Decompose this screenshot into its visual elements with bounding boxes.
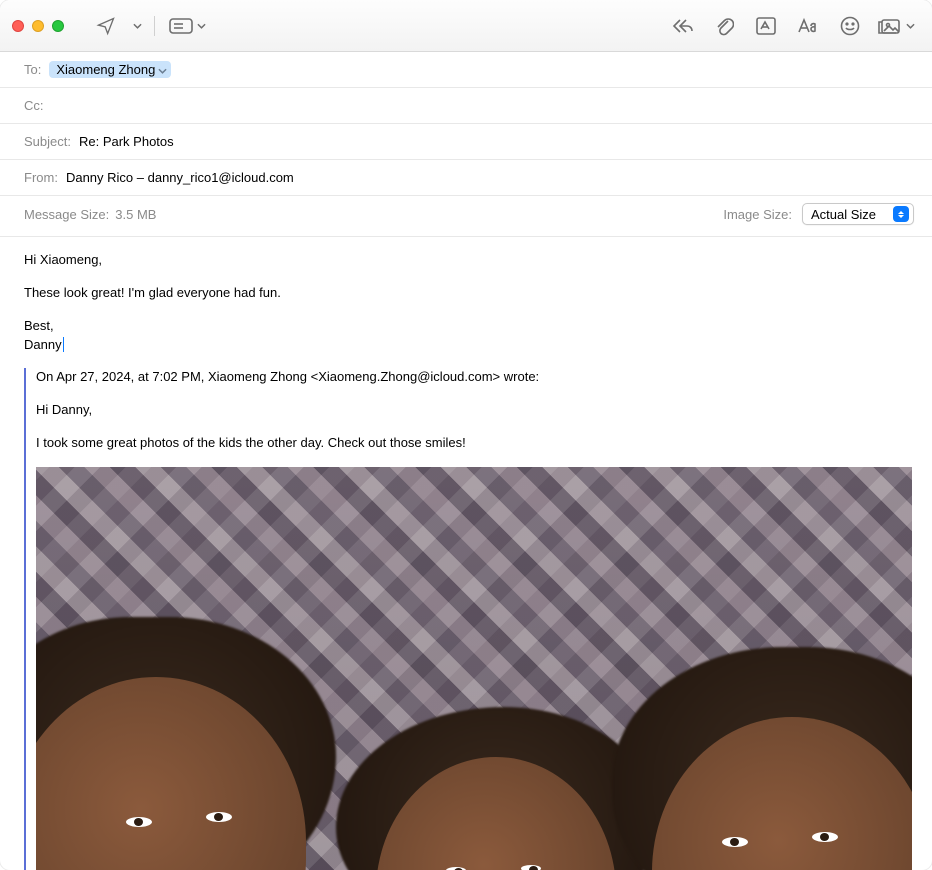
emoji-button[interactable] xyxy=(830,12,870,40)
from-value: Danny Rico – danny_rico1@icloud.com xyxy=(66,170,912,185)
message-size-label: Message Size: xyxy=(24,207,109,222)
recipient-name: Xiaomeng Zhong xyxy=(56,62,155,77)
body-signature: Danny xyxy=(24,336,912,355)
markup-button[interactable] xyxy=(746,12,786,40)
chevron-down-icon xyxy=(133,23,142,29)
body-line: These look great! I'm glad everyone had … xyxy=(24,284,912,303)
send-icon xyxy=(95,16,117,36)
compose-window: To: Xiaomeng Zhong Cc: Subject: Re: Park… xyxy=(0,0,932,870)
subject-field[interactable]: Re: Park Photos xyxy=(79,134,912,149)
header-options-icon xyxy=(169,18,193,34)
body-greeting: Hi Xiaomeng, xyxy=(24,251,912,270)
cc-row[interactable]: Cc: xyxy=(0,88,932,124)
send-button[interactable] xyxy=(86,12,126,40)
message-body[interactable]: Hi Xiaomeng, These look great! I'm glad … xyxy=(0,237,932,870)
reply-all-icon xyxy=(670,17,694,35)
format-button[interactable] xyxy=(788,12,828,40)
markup-icon xyxy=(755,16,777,36)
photo-browser-icon xyxy=(878,17,902,35)
chevron-down-icon xyxy=(906,23,915,29)
paperclip-icon xyxy=(714,15,734,37)
format-text-icon xyxy=(796,17,820,35)
message-size-value: 3.5 MB xyxy=(115,207,156,222)
close-window-button[interactable] xyxy=(12,20,24,32)
header-fields-button[interactable] xyxy=(163,12,211,40)
quote-line: I took some great photos of the kids the… xyxy=(36,434,912,453)
quoted-message: On Apr 27, 2024, at 7:02 PM, Xiaomeng Zh… xyxy=(24,368,912,870)
chevron-down-icon xyxy=(197,23,206,29)
titlebar xyxy=(0,0,932,52)
image-size-select[interactable]: Actual Size xyxy=(802,203,914,225)
emoji-icon xyxy=(840,16,860,36)
toolbar-divider xyxy=(154,16,155,36)
image-size-label: Image Size: xyxy=(723,207,792,222)
text-cursor xyxy=(63,337,64,352)
meta-row: Message Size: 3.5 MB Image Size: Actual … xyxy=(0,196,932,237)
subject-row[interactable]: Subject: Re: Park Photos xyxy=(0,124,932,160)
to-row[interactable]: To: Xiaomeng Zhong xyxy=(0,52,932,88)
image-size-value: Actual Size xyxy=(811,207,887,222)
window-controls xyxy=(12,20,64,32)
recipient-token[interactable]: Xiaomeng Zhong xyxy=(49,61,171,78)
from-row[interactable]: From: Danny Rico – danny_rico1@icloud.co… xyxy=(0,160,932,196)
zoom-window-button[interactable] xyxy=(52,20,64,32)
body-signoff: Best, xyxy=(24,317,912,336)
quote-greeting: Hi Danny, xyxy=(36,401,912,420)
message-headers: To: Xiaomeng Zhong Cc: Subject: Re: Park… xyxy=(0,52,932,237)
to-label: To: xyxy=(24,62,41,77)
subject-label: Subject: xyxy=(24,134,71,149)
select-stepper-icon xyxy=(893,206,909,222)
toolbar xyxy=(86,12,920,40)
attached-photo[interactable] xyxy=(36,467,912,870)
cc-label: Cc: xyxy=(24,98,44,113)
send-menu-button[interactable] xyxy=(128,12,146,40)
chevron-down-icon xyxy=(158,62,167,77)
from-label: From: xyxy=(24,170,58,185)
minimize-window-button[interactable] xyxy=(32,20,44,32)
photo-browser-button[interactable] xyxy=(872,12,920,40)
quote-attribution: On Apr 27, 2024, at 7:02 PM, Xiaomeng Zh… xyxy=(36,368,912,387)
reply-all-button[interactable] xyxy=(662,12,702,40)
attach-button[interactable] xyxy=(704,12,744,40)
